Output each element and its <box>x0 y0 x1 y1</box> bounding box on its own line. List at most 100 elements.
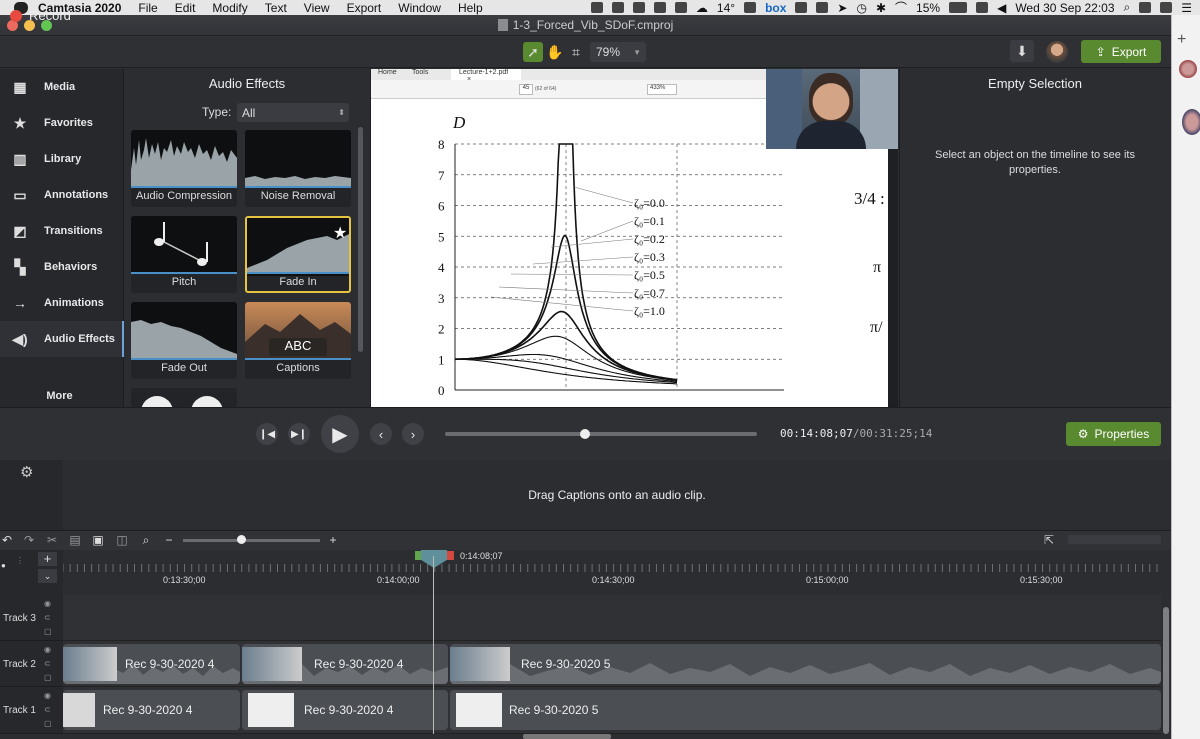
effect-tile-captions[interactable]: ABC Captions <box>245 302 351 379</box>
menu-window[interactable]: Window <box>398 1 441 15</box>
step-forward-icon[interactable]: ▶❙ <box>288 423 310 445</box>
step-back-icon[interactable]: ❙◀ <box>256 423 278 445</box>
avatar[interactable] <box>1182 109 1200 135</box>
track-2-lane[interactable]: Rec 9-30-2020 4 Rec 9-30-2020 4 Rec 9-30… <box>63 641 1161 687</box>
status-icon[interactable] <box>744 2 757 13</box>
eye-icon[interactable]: ◉ <box>44 599 51 608</box>
timeline-ruler[interactable] <box>63 550 1161 595</box>
effects-scrollbar[interactable] <box>358 127 363 352</box>
sidebar-item-annotations[interactable]: ▭ Annotations <box>0 177 124 213</box>
next-icon[interactable]: › <box>402 423 424 445</box>
menu-file[interactable]: File <box>138 1 157 15</box>
sidebar-item-favorites[interactable]: ★ Favorites <box>0 105 124 141</box>
cloud-icon[interactable]: ☁ <box>696 1 708 15</box>
clip[interactable]: Rec 9-30-2020 4 <box>63 690 240 730</box>
chevron-down-icon[interactable]: ⌄ <box>38 569 57 583</box>
menu-modify[interactable]: Modify <box>212 1 247 15</box>
lock-icon[interactable]: ▢ <box>44 627 52 636</box>
effect-tile-fade-in[interactable]: ★ Fade In <box>245 216 351 293</box>
effect-tile-fade-out[interactable]: Fade Out <box>131 302 237 379</box>
export-button[interactable]: ⇪ Export <box>1081 40 1161 63</box>
effect-tile-audio-compression[interactable]: Audio Compression <box>131 130 237 207</box>
status-icon[interactable] <box>795 2 808 13</box>
menu-help[interactable]: Help <box>458 1 483 15</box>
type-select[interactable]: All ⬍ <box>237 103 349 122</box>
zoom-in-icon[interactable]: + <box>326 533 340 547</box>
clock[interactable]: Wed 30 Sep 22:03 <box>1015 1 1114 15</box>
cut-icon[interactable]: ✂ <box>45 533 59 547</box>
lock-icon[interactable]: ▢ <box>44 673 52 682</box>
effect-tile-pitch[interactable]: Pitch <box>131 216 237 293</box>
clip[interactable]: Rec 9-30-2020 5 <box>450 690 1161 730</box>
wifi-icon[interactable]: ⌒ <box>895 0 907 15</box>
time-machine-icon[interactable]: ◷ <box>856 1 866 15</box>
new-tab-icon[interactable]: + <box>1177 31 1186 49</box>
effect-tile-noise-removal[interactable]: Noise Removal <box>245 130 351 207</box>
avatar[interactable] <box>1179 60 1197 78</box>
gear-icon[interactable]: ⚙ <box>20 463 33 481</box>
user-icon[interactable] <box>1160 2 1173 13</box>
flag-icon[interactable] <box>976 2 989 13</box>
sidebar-item-behaviors[interactable]: ▚ Behaviors <box>0 249 124 285</box>
sidebar-item-library[interactable]: ▥ Library <box>0 141 124 177</box>
weather-temp[interactable]: 14° <box>717 1 735 15</box>
sidebar-item-media[interactable]: ▦ Media <box>0 69 124 105</box>
track-3-lane[interactable] <box>63 595 1161 641</box>
location-icon[interactable]: ➤ <box>837 1 847 15</box>
clip[interactable]: Rec 9-30-2020 4 <box>242 644 448 684</box>
playhead-line[interactable] <box>433 556 434 734</box>
split-icon[interactable]: ◫ <box>115 533 129 547</box>
flag-icon[interactable] <box>1139 2 1152 13</box>
track-header-3[interactable]: Track 3 ◉ ⊂ ▢ <box>0 595 63 641</box>
menu-text[interactable]: Text <box>265 1 287 15</box>
menu-export[interactable]: Export <box>347 1 382 15</box>
timeline-vertical-scrollbar[interactable] <box>1163 607 1169 734</box>
zoom-search-icon[interactable]: ⌕ <box>139 533 153 547</box>
sidebar-item-animations[interactable]: → Animations <box>0 285 124 321</box>
prev-icon[interactable]: ‹ <box>370 423 392 445</box>
timeline-horizontal-scrollbar[interactable] <box>523 734 611 739</box>
bluetooth-icon[interactable]: ✱ <box>876 1 886 15</box>
clip[interactable]: Rec 9-30-2020 4 <box>242 690 448 730</box>
paste-icon[interactable]: ▣ <box>91 533 105 547</box>
detach-timeline-icon[interactable]: ⇱ <box>1042 533 1056 547</box>
undo-icon[interactable]: ↶ <box>0 533 14 547</box>
zoom-select[interactable]: 79% ▼ <box>590 42 646 62</box>
status-icon[interactable] <box>653 2 666 13</box>
pointer-tool-icon[interactable]: ➚ <box>523 42 543 62</box>
eye-icon[interactable]: ◉ <box>44 691 51 700</box>
notification-icon[interactable]: ☰ <box>1181 1 1192 15</box>
effect-tile-partial[interactable] <box>131 388 237 407</box>
record-button[interactable]: Record <box>29 8 71 23</box>
menu-view[interactable]: View <box>304 1 330 15</box>
properties-button[interactable]: ⚙ Properties <box>1066 422 1161 446</box>
eye-icon[interactable]: ◉ <box>44 645 51 654</box>
link-icon[interactable]: ⊂ <box>44 659 51 668</box>
add-track-button[interactable]: + <box>38 552 57 566</box>
status-icon[interactable] <box>611 2 624 13</box>
avatar[interactable] <box>1046 41 1068 63</box>
sidebar-item-audio-effects[interactable]: ◀) Audio Effects <box>0 321 124 357</box>
snap-icon[interactable]: ⋮ <box>16 556 24 565</box>
scrubber-knob[interactable] <box>580 429 590 439</box>
status-icon[interactable] <box>674 2 687 13</box>
record-icon[interactable] <box>10 10 22 22</box>
link-icon[interactable]: ⊂ <box>44 613 51 622</box>
clip[interactable]: Rec 9-30-2020 4 <box>63 644 240 684</box>
track-header-2[interactable]: Track 2 ◉ ⊂ ▢ <box>0 641 63 687</box>
track-header-1[interactable]: Track 1 ◉ ⊂ ▢ <box>0 687 63 734</box>
box-icon[interactable]: box <box>765 1 786 15</box>
download-icon[interactable]: ⬇ <box>1010 40 1034 62</box>
link-icon[interactable]: ⊂ <box>44 705 51 714</box>
timeline-zoom-slider[interactable] <box>183 539 320 542</box>
sidebar-item-transitions[interactable]: ◩ Transitions <box>0 213 124 249</box>
status-icon[interactable] <box>632 2 645 13</box>
battery-icon[interactable] <box>949 2 968 13</box>
spotlight-icon[interactable]: ⌕ <box>1124 0 1131 15</box>
battery-percent[interactable]: 15% <box>916 1 940 15</box>
play-button[interactable]: ▶ <box>321 415 359 453</box>
lock-icon[interactable]: ▢ <box>44 719 52 728</box>
crop-tool-icon[interactable]: ⌗ <box>566 42 586 62</box>
zoom-slider-knob[interactable] <box>237 535 246 544</box>
more-button[interactable]: More <box>0 390 119 402</box>
